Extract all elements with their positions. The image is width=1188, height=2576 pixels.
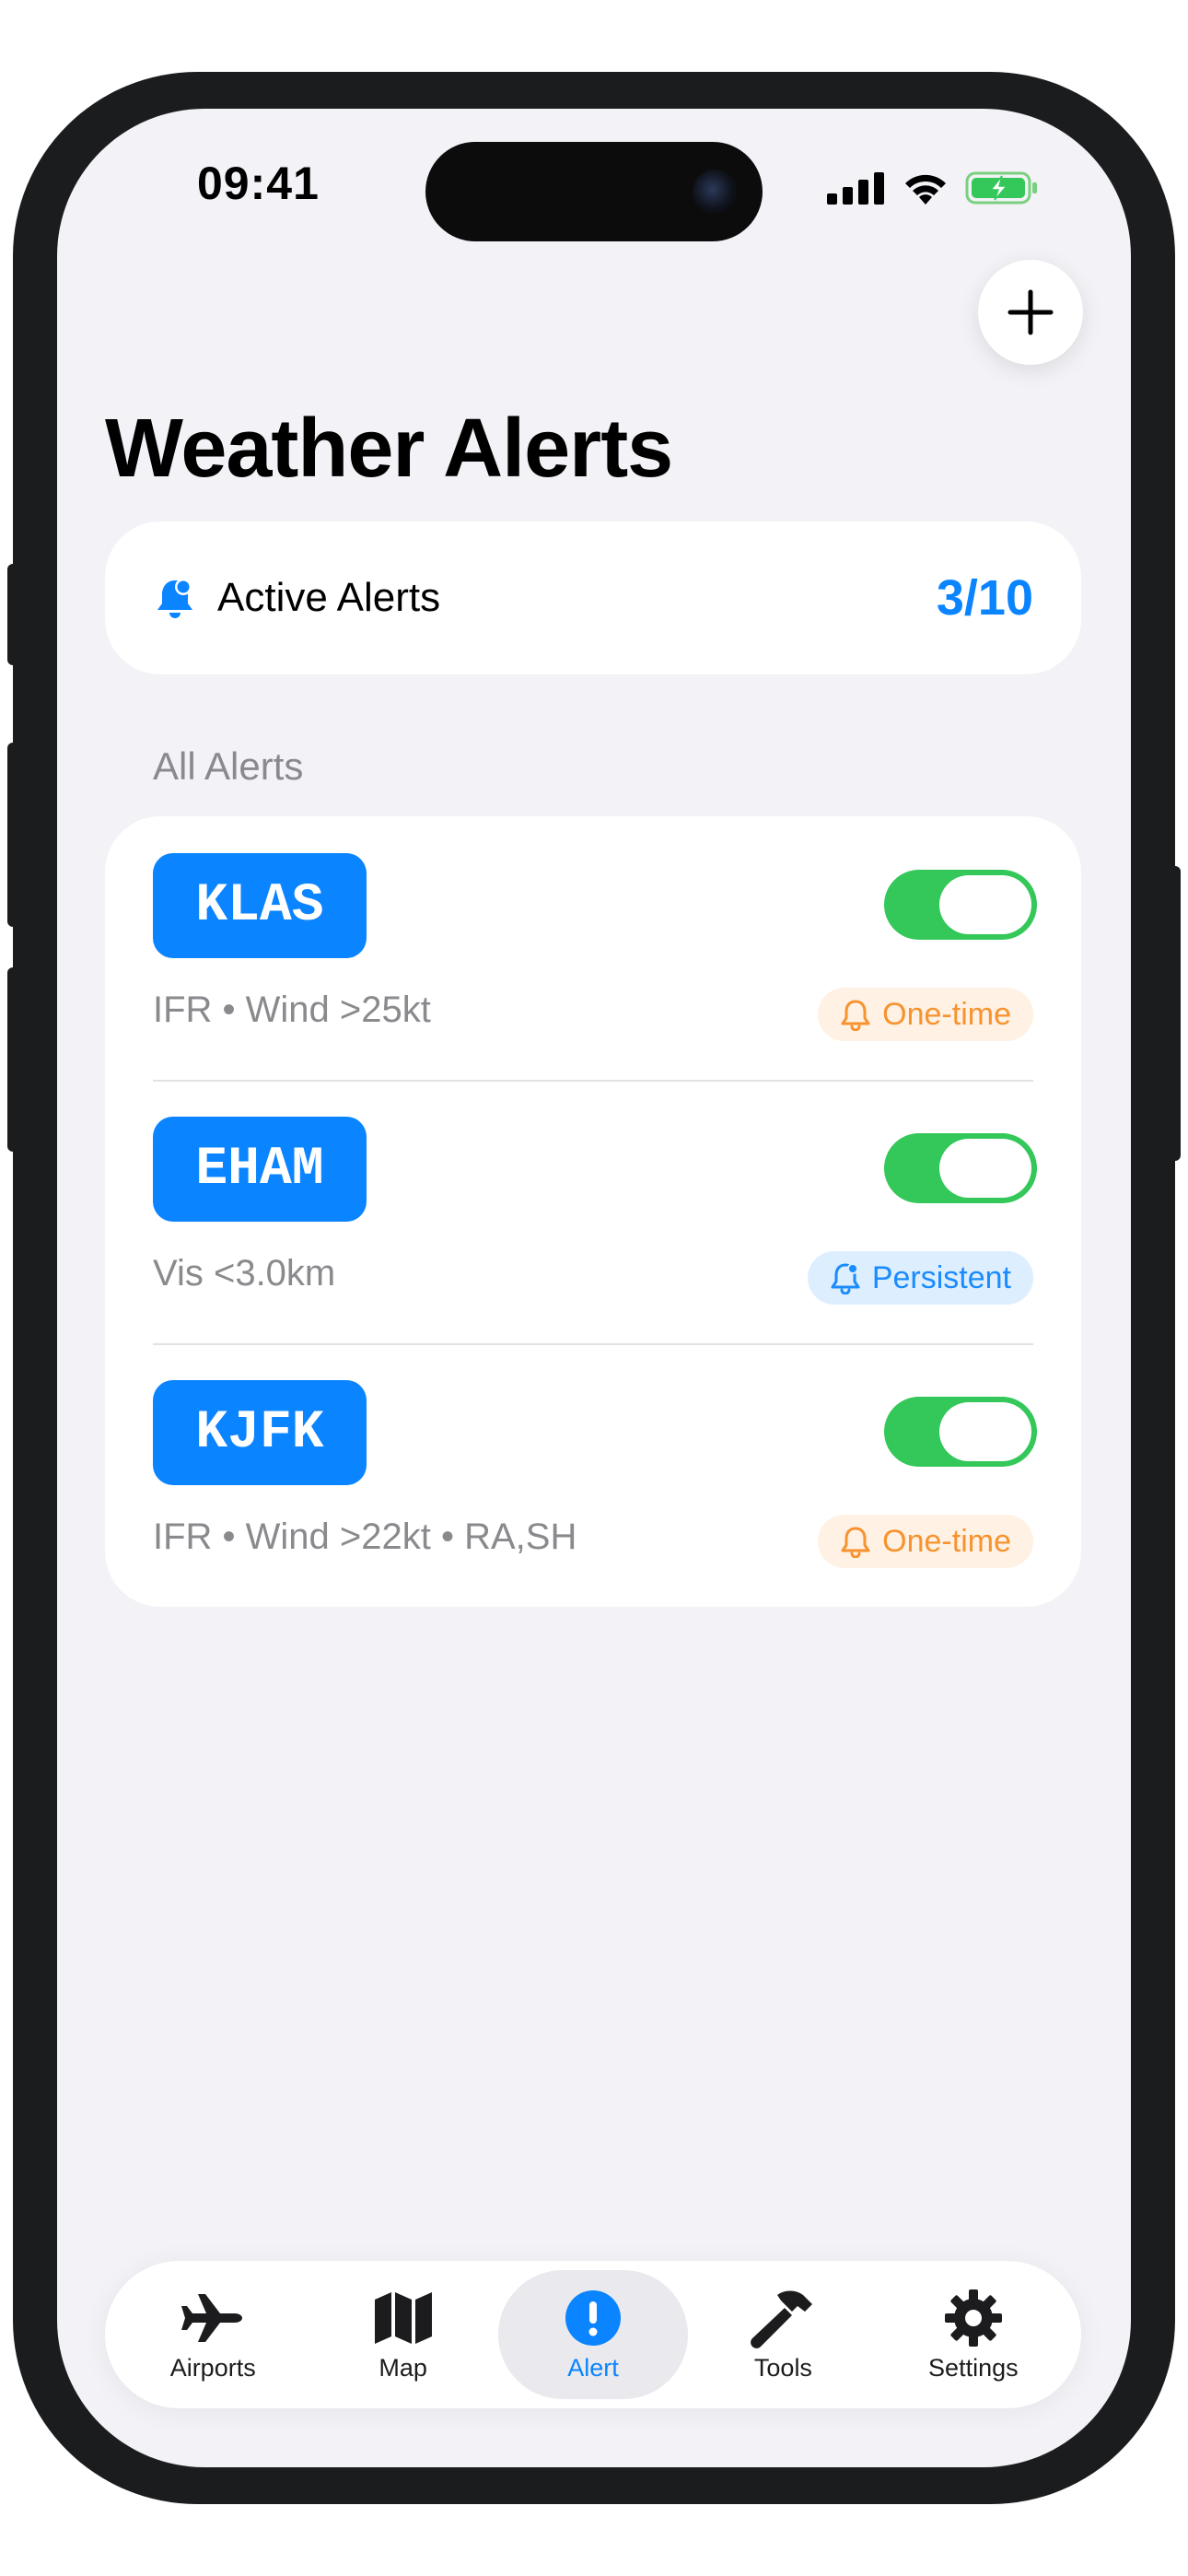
cellular-signal-icon [827, 172, 884, 205]
hammer-icon [751, 2290, 813, 2348]
tab-airports[interactable]: Airports [118, 2270, 308, 2399]
wifi-icon [905, 174, 946, 205]
active-alerts-label: Active Alerts [217, 575, 441, 620]
bell-badge-icon [831, 1263, 860, 1294]
toggle-knob [939, 1402, 1031, 1461]
alert-mode-label: One-time [882, 996, 1011, 1032]
alert-mode-label: One-time [882, 1523, 1011, 1559]
toggle-knob [939, 1139, 1031, 1198]
airport-code-badge: KJFK [153, 1380, 367, 1485]
tab-settings[interactable]: Settings [879, 2270, 1068, 2399]
screen: 09:41 Weather Alerts Active Alerts 3/10 … [57, 109, 1131, 2467]
tab-label: Alert [567, 2353, 619, 2382]
tab-alert[interactable]: Alert [497, 2270, 689, 2399]
alert-row-eham[interactable]: EHAM Vis <3.0km Persistent [153, 1080, 1037, 1343]
map-icon [374, 2291, 432, 2344]
airplane-icon [181, 2293, 243, 2342]
airport-code-badge: KLAS [153, 853, 367, 958]
alert-row-klas[interactable]: KLAS IFR • Wind >25kt One-time [153, 816, 1037, 1080]
camera-icon [693, 170, 737, 214]
gear-icon [944, 2289, 1002, 2347]
page-title: Weather Alerts [105, 403, 673, 495]
alert-mode-badge: One-time [818, 1515, 1033, 1568]
bell-badge-icon [157, 579, 192, 618]
add-alert-button[interactable] [978, 260, 1083, 365]
alert-toggle[interactable] [884, 870, 1037, 940]
airport-code-badge: EHAM [153, 1117, 367, 1222]
tab-tools[interactable]: Tools [688, 2270, 878, 2399]
dynamic-island [425, 142, 763, 241]
alert-toggle[interactable] [884, 1397, 1037, 1467]
bell-icon [841, 1527, 870, 1558]
alert-row-kjfk[interactable]: KJFK IFR • Wind >22kt • RA,SH One-time [153, 1343, 1037, 1607]
alert-mode-label: Persistent [871, 1259, 1011, 1295]
battery-charging-icon [965, 171, 1037, 205]
tab-label: Airports [169, 2353, 256, 2382]
toggle-knob [939, 875, 1031, 934]
tab-bar: Airports Map Alert Tools Settings [105, 2261, 1081, 2408]
bell-icon [841, 1000, 870, 1031]
alert-mode-badge: One-time [818, 988, 1033, 1041]
alert-conditions: IFR • Wind >25kt [153, 989, 431, 1030]
alert-toggle[interactable] [884, 1133, 1037, 1203]
alerts-list: KLAS IFR • Wind >25kt One-time EHAM Vis … [105, 816, 1081, 1607]
tab-label: Tools [753, 2353, 812, 2382]
status-time: 09:41 [197, 158, 320, 209]
tab-map[interactable]: Map [308, 2270, 497, 2399]
alert-icon [565, 2289, 622, 2346]
alert-mode-badge: Persistent [807, 1251, 1033, 1305]
section-header-all-alerts: All Alerts [153, 744, 304, 788]
active-alerts-card: Active Alerts 3/10 [105, 521, 1081, 674]
alert-conditions: Vis <3.0km [153, 1253, 336, 1294]
alert-conditions: IFR • Wind >22kt • RA,SH [153, 1516, 577, 1557]
plus-icon [1007, 289, 1054, 335]
status-icons [827, 170, 1039, 206]
active-alerts-count: 3/10 [936, 570, 1033, 626]
tab-label: Settings [928, 2353, 1019, 2382]
tab-label: Map [379, 2353, 427, 2382]
